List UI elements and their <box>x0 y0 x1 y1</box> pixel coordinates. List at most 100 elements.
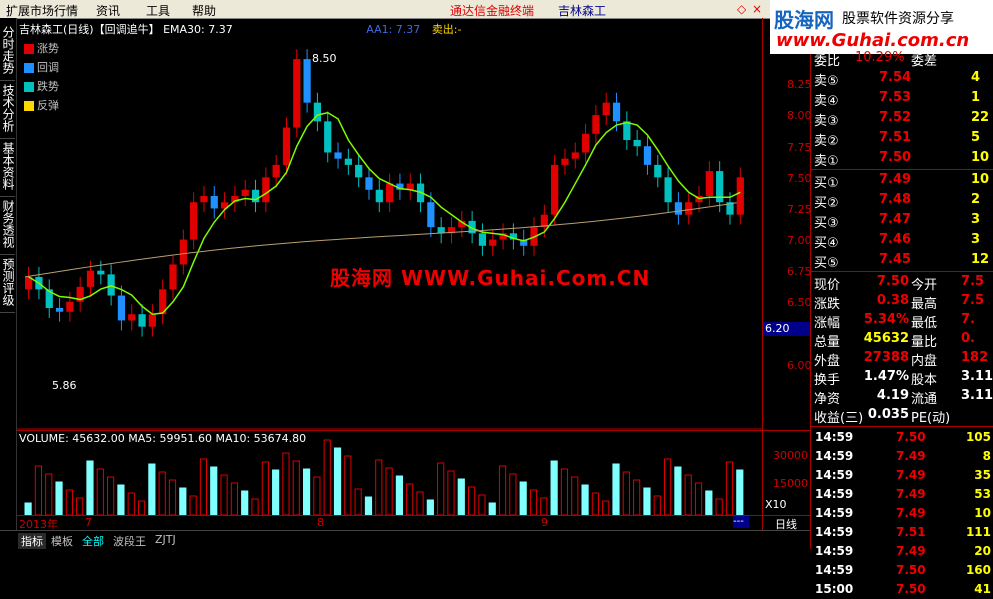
low-label: 5.86 <box>52 379 77 392</box>
tick-time: 14:59 <box>815 525 854 539</box>
volume-bar <box>199 458 208 516</box>
stat-value: 7.50 <box>876 274 909 289</box>
tick-vol: 20 <box>974 544 991 558</box>
tab-technical-label: 技术分析 <box>1 84 15 132</box>
vol-scale: X10 <box>765 498 787 511</box>
legend-swatch <box>24 44 34 54</box>
close-icon[interactable]: × <box>752 2 762 16</box>
candle-body <box>334 152 342 159</box>
buy-row: 买④ 7.46 3 <box>811 230 993 251</box>
y-tick: 8.00 <box>787 109 812 122</box>
sell-vol: 5 <box>971 130 981 145</box>
volume-bar <box>725 461 734 516</box>
sell-row: 卖② 7.51 5 <box>811 128 993 149</box>
candle-body <box>200 196 208 203</box>
volume-bar <box>241 490 249 516</box>
menu-help[interactable]: 帮助 <box>192 2 216 19</box>
candle-body <box>282 127 291 165</box>
buy-price: 7.45 <box>879 252 912 267</box>
legend-item: 涨势 <box>24 40 59 56</box>
candle-body <box>592 115 600 134</box>
tab-boduanwang[interactable]: 波段王 <box>110 533 149 549</box>
buy-row: 买① 7.49 10 <box>811 170 993 191</box>
candle-body <box>561 158 569 165</box>
tab-all[interactable]: 全部 <box>79 533 107 549</box>
tab-financial[interactable]: 财务透视 <box>0 198 15 255</box>
tab-intraday-label: 分时走势 <box>1 26 15 74</box>
volume-bar <box>323 439 331 516</box>
tab-technical[interactable]: 技术分析 <box>0 82 15 139</box>
volume-bar <box>354 488 362 516</box>
volume-bar <box>230 482 238 516</box>
tab-fundamental[interactable]: 基本资料 <box>0 140 15 197</box>
tab-rating[interactable]: 预测评级 <box>0 256 15 313</box>
volume-bar <box>375 459 383 516</box>
volume-bar <box>705 490 713 516</box>
candle-body <box>685 202 693 215</box>
candle-body <box>293 59 301 128</box>
stat-value: 5.34% <box>863 312 909 327</box>
buy-price: 7.48 <box>879 192 912 207</box>
buy-row: 买② 7.48 2 <box>811 190 993 211</box>
menu-news[interactable]: 资讯 <box>96 2 120 19</box>
buy-price: 7.47 <box>879 212 912 227</box>
tick-price: 7.49 <box>896 487 926 501</box>
candle-body <box>633 140 641 147</box>
sell-label: 卖③ <box>814 114 839 129</box>
volume-bar <box>602 500 610 516</box>
price-axis: 8.25 8.00 7.75 7.50 7.25 7.00 6.75 6.50 … <box>762 18 813 430</box>
y-tick: 7.50 <box>787 172 812 185</box>
tab-indicator[interactable]: 指标 <box>18 533 46 549</box>
sell-label: 卖② <box>814 134 839 149</box>
kline-chart[interactable] <box>17 18 762 430</box>
y-tick: 6.75 <box>787 265 812 278</box>
sell-price: 7.54 <box>879 70 912 85</box>
quote-weibi-row: 委比 10.29% 委差 <box>811 48 993 69</box>
volume-bar <box>168 479 177 516</box>
y-tick: 8.25 <box>787 78 812 91</box>
candle-body <box>427 202 435 228</box>
volume-bar <box>158 471 166 516</box>
volume-panel[interactable]: VOLUME: 45632.00 MA5: 59951.60 MA10: 536… <box>17 430 762 516</box>
volume-bar <box>292 460 300 516</box>
sell-label: 卖④ <box>814 94 839 109</box>
restore-icon[interactable]: ◇ <box>737 2 746 16</box>
volume-bar <box>447 470 455 516</box>
tab-template[interactable]: 模板 <box>48 533 76 549</box>
tick-row: 14:59 7.49 35 <box>811 466 993 485</box>
tick-row: 15:00 7.50 41 <box>811 580 993 599</box>
stat-value: 7.5 <box>961 274 985 289</box>
menu-market[interactable]: 扩展市场行情 <box>6 2 78 19</box>
period-box[interactable]: 日线 <box>762 515 811 531</box>
tick-time: 14:59 <box>815 544 854 558</box>
vol-tick: 15000 <box>773 477 808 490</box>
tick-row: 14:59 7.49 10 <box>811 504 993 523</box>
menu-tools[interactable]: 工具 <box>146 2 170 19</box>
tick-row: 14:59 7.49 20 <box>811 542 993 561</box>
y-tick: 7.25 <box>787 203 812 216</box>
candle-body <box>736 177 744 215</box>
legend-swatch <box>24 101 34 111</box>
volume-bar <box>137 500 146 516</box>
tab-intraday[interactable]: 分时走势 <box>0 24 15 81</box>
buy-label: 买① <box>814 176 839 191</box>
date-m9: 9 <box>541 516 548 529</box>
tick-price: 7.49 <box>896 468 926 482</box>
tick-time: 14:59 <box>815 506 854 520</box>
candle-body <box>190 202 198 240</box>
buy-vol: 12 <box>971 252 990 267</box>
candle-body <box>272 164 280 178</box>
candle-body <box>179 239 187 265</box>
buy-row: 买⑤ 7.45 12 <box>811 250 993 271</box>
volume-bar <box>633 479 641 516</box>
scroll-button[interactable]: --- <box>733 516 749 528</box>
tab-zjtj[interactable]: ZJTJ <box>152 533 179 546</box>
volume-bar <box>117 484 125 516</box>
volume-axis: 30000 15000 X10 <box>762 430 811 516</box>
candle-body <box>66 301 74 312</box>
candle-body <box>664 177 672 203</box>
volume-bar <box>612 463 620 516</box>
buy-label: 买④ <box>814 236 839 251</box>
candle-body <box>581 133 590 153</box>
weicha-label: 委差 <box>911 54 938 69</box>
